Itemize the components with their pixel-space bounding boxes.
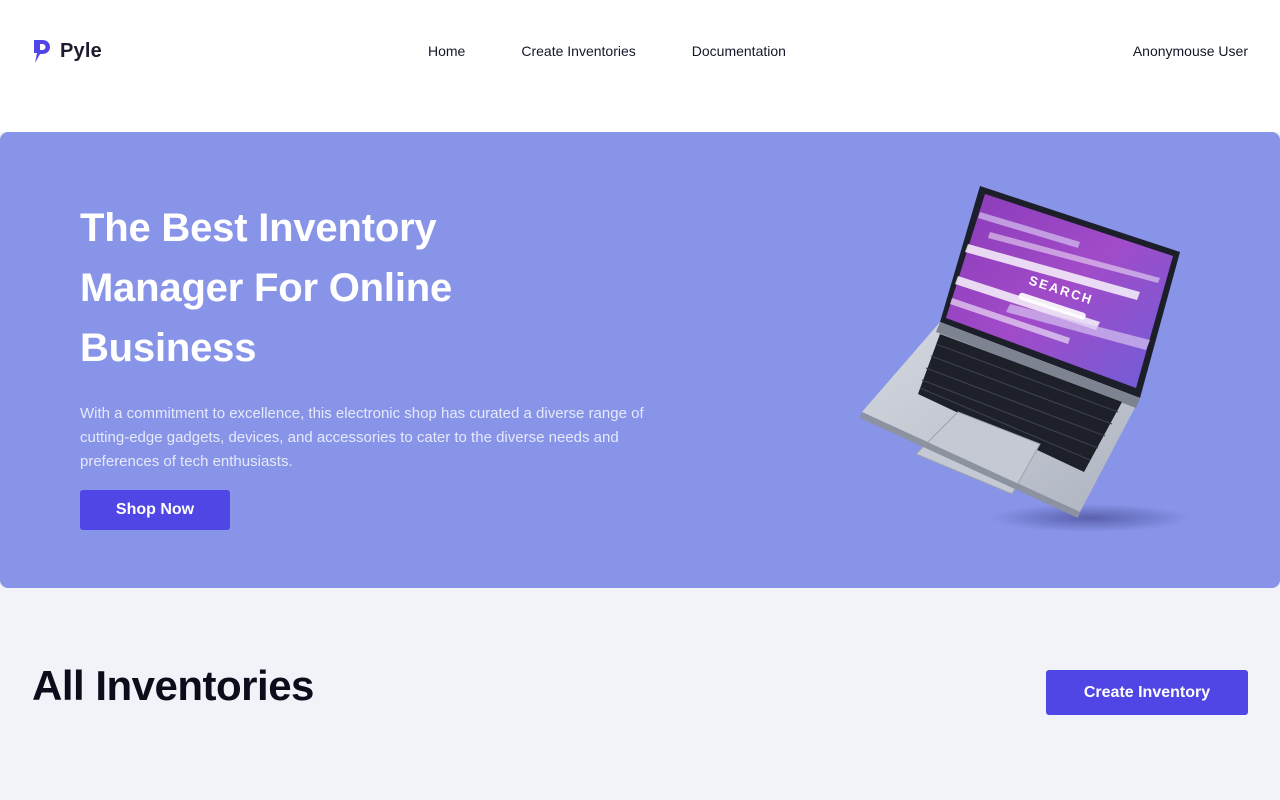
user-menu[interactable]: Anonymouse User [1133, 42, 1248, 60]
brand-logo[interactable]: Pyle [32, 38, 102, 64]
shop-now-button[interactable]: Shop Now [80, 490, 230, 530]
main-nav: Home Create Inventories Documentation [428, 42, 786, 60]
create-inventory-button[interactable]: Create Inventory [1046, 670, 1248, 715]
nav-create-inventories[interactable]: Create Inventories [521, 42, 635, 60]
hero-banner: The Best Inventory Manager For Online Bu… [0, 132, 1280, 588]
hero-title: The Best Inventory Manager For Online Bu… [80, 206, 453, 370]
inventories-title: All Inventories [32, 662, 314, 709]
hero-description: With a commitment to excellence, this el… [80, 405, 644, 470]
laptop-image: SEARCH [860, 186, 1190, 532]
brand-name: Pyle [60, 39, 102, 62]
top-header: Pyle Home Create Inventories Documentati… [0, 0, 1280, 132]
nav-documentation[interactable]: Documentation [692, 42, 786, 60]
nav-home[interactable]: Home [428, 42, 465, 60]
pyle-logo-icon [34, 40, 50, 63]
